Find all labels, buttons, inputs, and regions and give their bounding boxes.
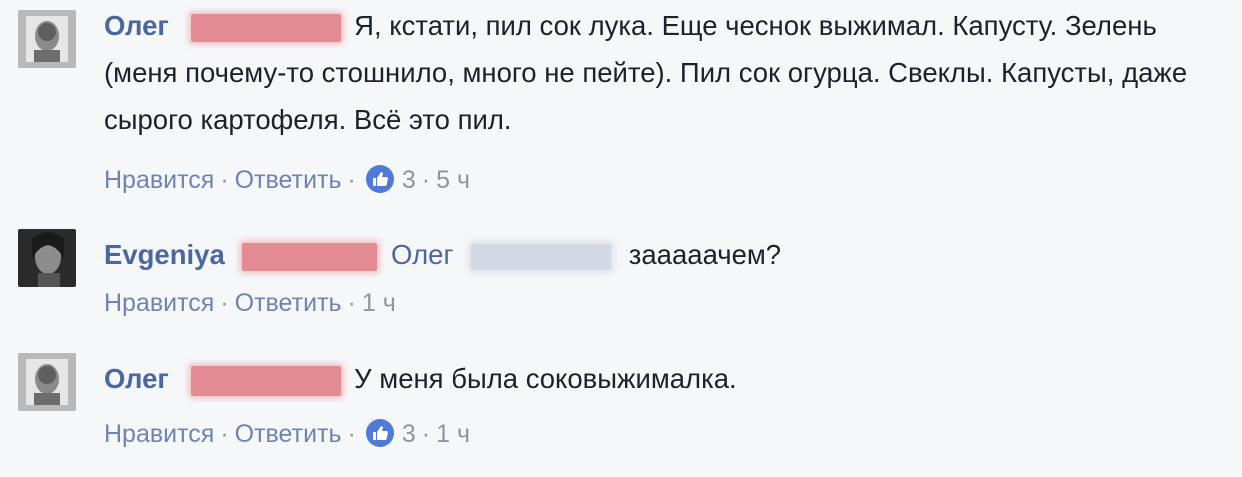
reply-link[interactable]: Ответить bbox=[235, 166, 342, 194]
comment-actions: Нравится · Ответить · 3 · 5 ч bbox=[104, 165, 470, 194]
comment-text: зааааачем? bbox=[628, 239, 782, 270]
like-link[interactable]: Нравится bbox=[104, 289, 214, 317]
like-link[interactable]: Нравится bbox=[104, 166, 214, 194]
redacted-surname bbox=[190, 13, 341, 42]
redacted-surname bbox=[190, 365, 341, 396]
comment-body: Evgeniya Олег зааааачем? bbox=[104, 231, 1224, 278]
thumbs-up-icon[interactable] bbox=[365, 419, 394, 447]
comment-body: Олег Я, кстати, пил сок лука. Еще чеснок… bbox=[104, 2, 1224, 143]
avatar[interactable] bbox=[18, 10, 76, 68]
redacted-mention-surname bbox=[471, 243, 612, 270]
reaction-count[interactable]: 3 bbox=[402, 166, 416, 194]
comment-actions: Нравится · Ответить · 3 · 1 ч bbox=[104, 419, 470, 448]
avatar[interactable] bbox=[18, 353, 76, 411]
comment-text: У меня была соковыжималка. bbox=[354, 363, 737, 394]
author-name[interactable]: Олег bbox=[104, 363, 169, 394]
author-name[interactable]: Олег bbox=[104, 10, 169, 41]
reaction-count[interactable]: 3 bbox=[402, 420, 416, 448]
comment-time[interactable]: 5 ч bbox=[436, 166, 470, 194]
mention-link[interactable]: Олег bbox=[391, 239, 453, 270]
comment-time[interactable]: 1 ч bbox=[362, 289, 396, 317]
thumbs-up-icon[interactable] bbox=[365, 165, 394, 193]
comment-time[interactable]: 1 ч bbox=[436, 420, 470, 448]
author-name[interactable]: Evgeniya bbox=[104, 239, 225, 270]
comment-actions: Нравится · Ответить · 1 ч bbox=[104, 289, 396, 317]
reply-link[interactable]: Ответить bbox=[235, 420, 342, 448]
comment-body: Олег У меня была соковыжималка. bbox=[104, 355, 1224, 402]
avatar[interactable] bbox=[18, 229, 76, 287]
reply-link[interactable]: Ответить bbox=[235, 289, 342, 317]
like-link[interactable]: Нравится bbox=[104, 420, 214, 448]
redacted-surname bbox=[242, 242, 378, 271]
